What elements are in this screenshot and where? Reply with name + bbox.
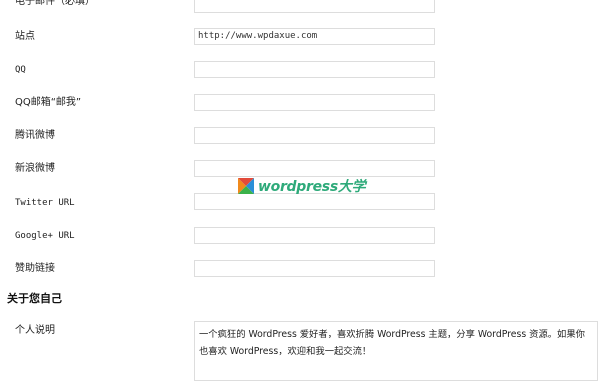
- bio-textarea[interactable]: 一个疯狂的 WordPress 爱好者，喜欢折腾 WordPress 主题，分享…: [194, 321, 598, 381]
- qqmail-field[interactable]: [194, 94, 435, 111]
- website-label: 站点: [15, 31, 35, 42]
- google-field[interactable]: [194, 227, 435, 244]
- sponsor-field[interactable]: [194, 260, 435, 277]
- sina-weibo-label: 新浪微博: [15, 163, 55, 174]
- about-section-title: 关于您自己: [7, 292, 62, 305]
- bio-label: 个人说明: [15, 325, 55, 336]
- watermark-text: wordpress大学: [258, 179, 366, 195]
- email-field[interactable]: [194, 0, 435, 13]
- qq-field[interactable]: [194, 61, 435, 78]
- tencent-weibo-field[interactable]: [194, 127, 435, 144]
- google-label: Google+ URL: [15, 231, 75, 241]
- sina-weibo-field[interactable]: [194, 160, 435, 177]
- website-field[interactable]: http://www.wpdaxue.com: [194, 28, 435, 45]
- sponsor-label: 赞助链接: [15, 263, 55, 274]
- qq-label: QQ: [15, 65, 26, 75]
- tencent-weibo-label: 腾讯微博: [15, 130, 55, 141]
- email-label: 电子邮件（必填）: [15, 0, 95, 7]
- wpdaxue-logo-icon: [238, 178, 254, 194]
- site-watermark: wordpress大学: [238, 177, 366, 195]
- twitter-label: Twitter URL: [15, 198, 75, 208]
- qqmail-label: QQ邮箱“邮我”: [15, 97, 82, 108]
